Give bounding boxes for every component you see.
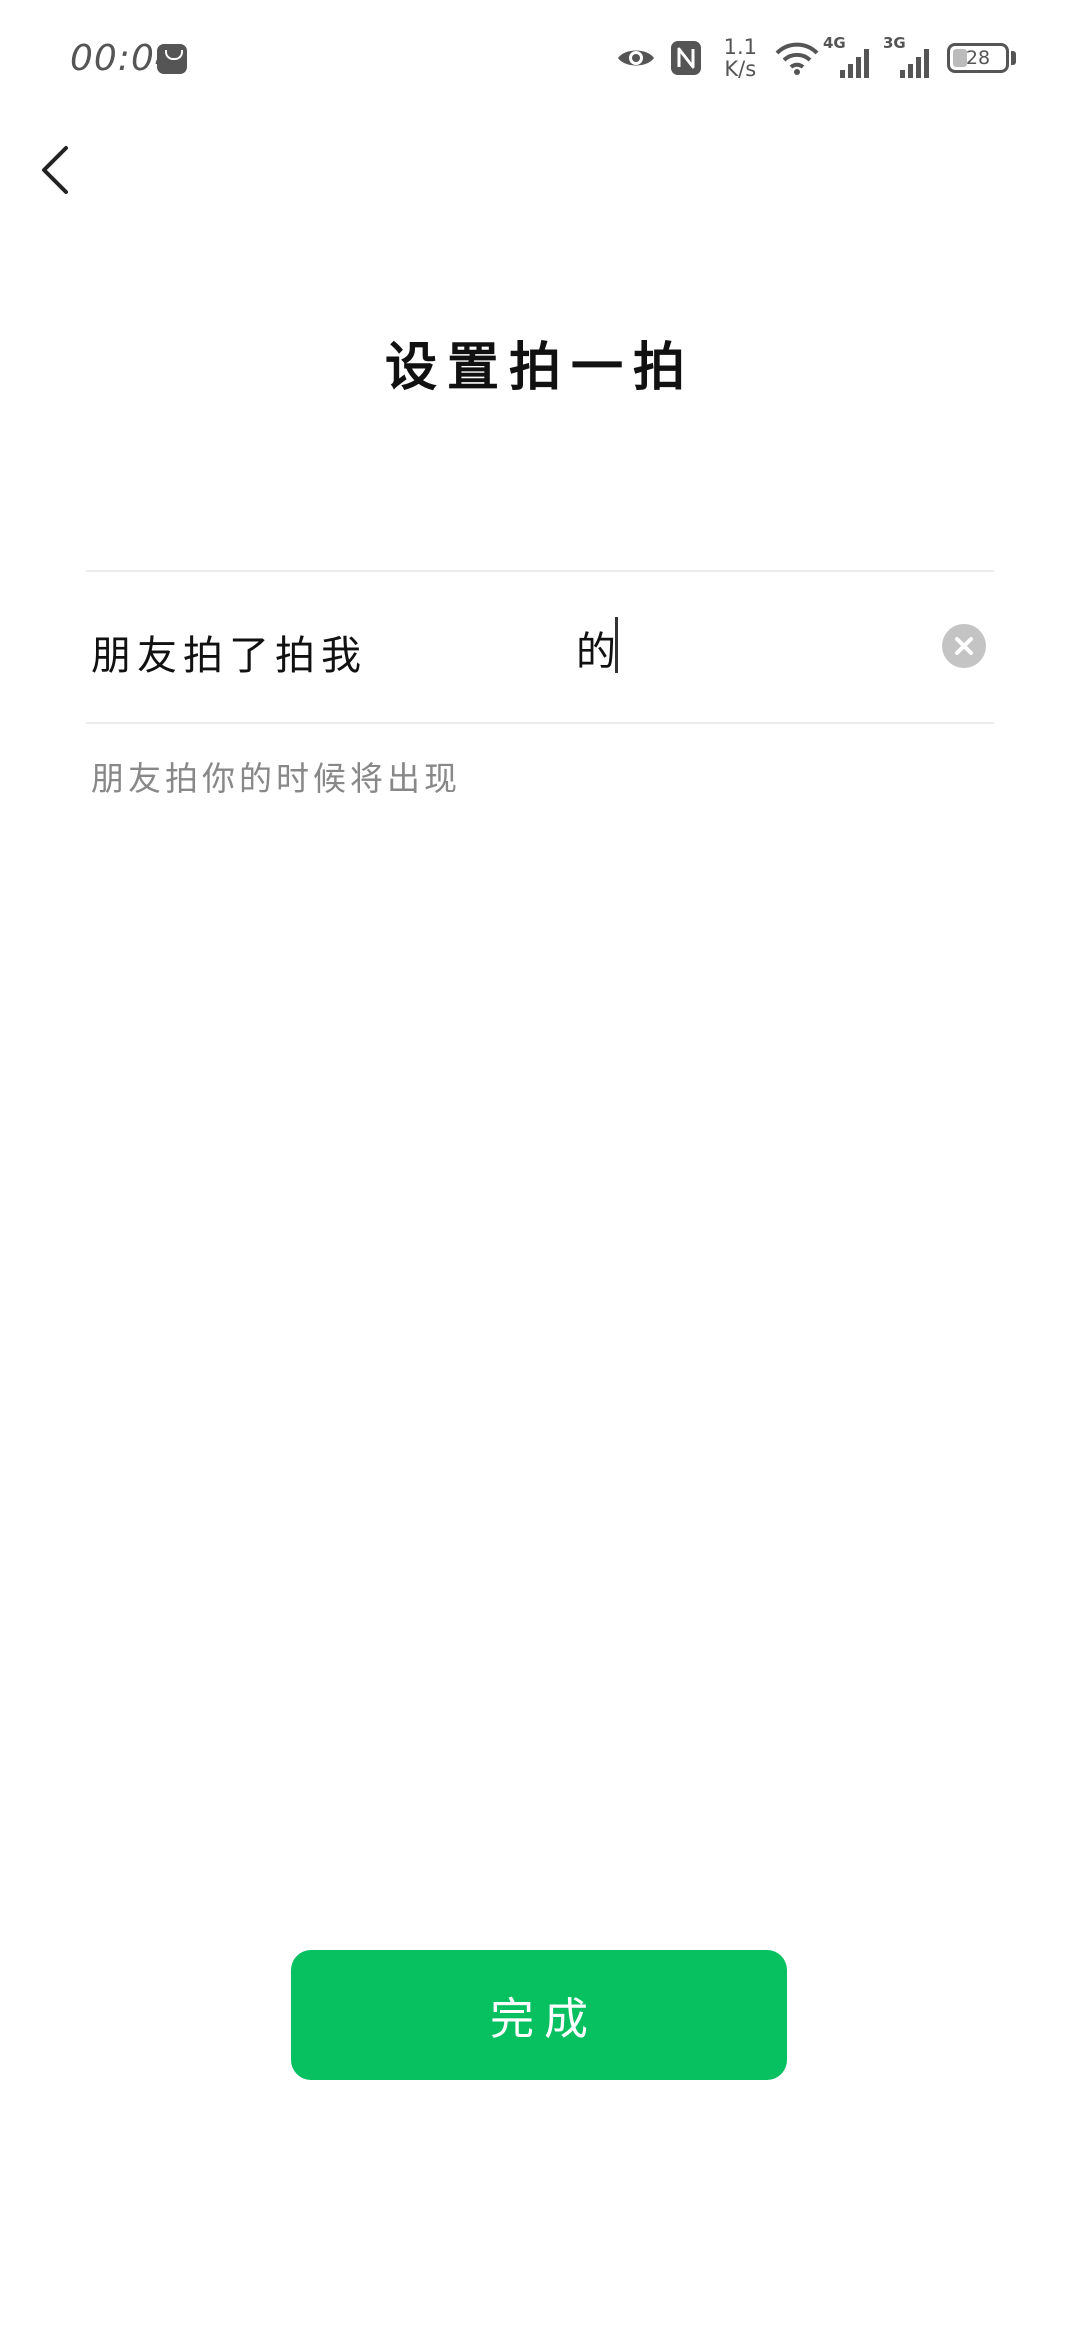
chevron-left-icon <box>42 146 68 194</box>
network-speed-unit: K/s <box>724 57 757 81</box>
input-divider-top <box>86 570 994 572</box>
signal-4g: 4G <box>823 34 873 78</box>
battery-percent: 28 <box>965 47 991 69</box>
network-speed: 1.1 K/s <box>724 36 757 80</box>
hint-text: 朋友拍你的时候将出现 <box>91 759 461 798</box>
tickle-prefix-label: 朋友拍了拍我 <box>91 633 367 679</box>
wifi-icon <box>775 42 819 75</box>
network-speed-value: 1.1 <box>723 35 757 59</box>
battery-cap <box>1011 51 1016 65</box>
input-divider-bottom <box>86 722 994 724</box>
battery-icon: 28 <box>947 43 1009 73</box>
signal-icon <box>900 49 929 78</box>
done-button[interactable]: 完成 <box>291 1950 787 2080</box>
back-button[interactable] <box>30 130 94 210</box>
signal-3g: 3G <box>883 34 933 78</box>
nfc-icon <box>670 41 701 75</box>
clear-circle-icon <box>955 637 973 655</box>
status-bar: 00:04 1.1 K/s 4G 3G 28 <box>0 0 1080 120</box>
text-cursor <box>615 617 618 673</box>
clear-input-button[interactable] <box>942 624 986 668</box>
signal-icon <box>840 49 869 78</box>
status-indicators: 1.1 K/s 4G 3G 28 <box>616 34 1016 80</box>
page-title: 设置拍一拍 <box>384 338 695 398</box>
tickle-input-row: 朋友拍了拍我 <box>86 575 994 720</box>
huawei-appgallery-icon <box>157 44 187 74</box>
tickle-suffix-input[interactable] <box>576 621 906 675</box>
eye-icon <box>617 50 654 66</box>
